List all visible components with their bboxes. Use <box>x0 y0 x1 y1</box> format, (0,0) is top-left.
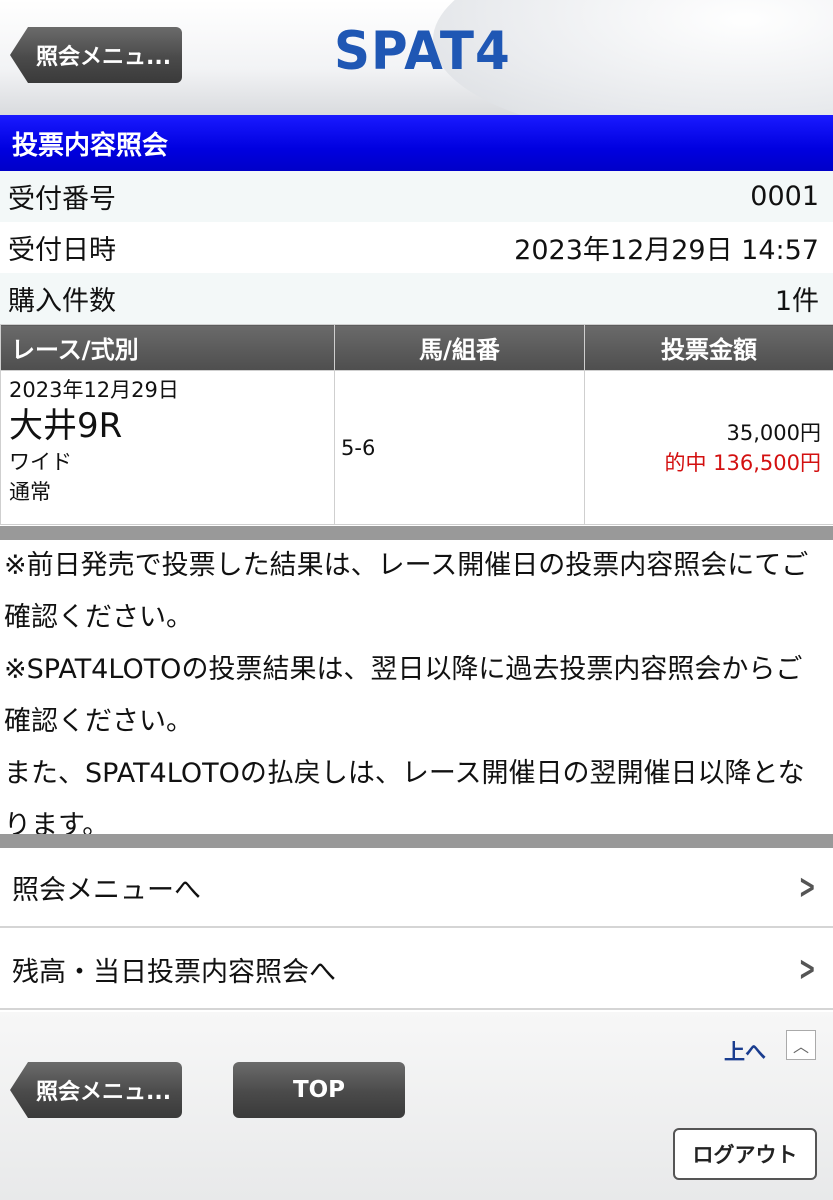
receipt-datetime-value: 2023年12月29日 14:57 <box>514 235 819 266</box>
top-button[interactable]: TOP <box>233 1062 405 1118</box>
balance-today-inquiry-link-label: 残高・当日投票内容照会へ <box>12 956 336 988</box>
page-title: 投票内容照会 <box>0 115 833 171</box>
back-to-inquiry-menu-button[interactable]: 照会メニュ... <box>10 27 182 83</box>
chevron-up-icon[interactable]: ︿ <box>786 1030 816 1060</box>
receipt-number-value: 0001 <box>750 181 819 212</box>
note-loto-results: ※SPAT4LOTOの投票結果は、翌日以降に過去投票内容照会からご確認ください。 <box>4 654 803 737</box>
logout-button[interactable]: ログアウト <box>673 1128 817 1180</box>
race-date: 2023年12月29日 <box>9 378 179 402</box>
table-header-row: レース/式別 馬/組番 投票金額 <box>0 324 833 371</box>
hit-payout: 的中 136,500円 <box>664 450 821 475</box>
balance-today-inquiry-link[interactable]: 残高・当日投票内容照会へ > <box>0 930 833 1010</box>
divider <box>0 526 833 540</box>
bet-method: 通常 <box>9 480 51 504</box>
receipt-datetime-row: 受付日時 2023年12月29日 14:57 <box>0 222 833 274</box>
purchase-count-label: 購入件数 <box>8 286 116 317</box>
amount-cell: 35,000円 的中 136,500円 <box>584 370 833 525</box>
chevron-right-icon: > <box>798 949 816 989</box>
purchase-count-value: 1件 <box>774 286 819 317</box>
note-previous-day: ※前日発売で投票した結果は、レース開催日の投票内容照会にてご確認ください。 <box>4 550 809 633</box>
column-header-amount: 投票金額 <box>584 324 833 371</box>
divider <box>0 834 833 848</box>
inquiry-menu-link-label: 照会メニューへ <box>12 874 201 906</box>
receipt-number-label: 受付番号 <box>8 184 116 215</box>
spat4-logo[interactable]: SPAT4 <box>334 21 511 82</box>
bet-type: ワイド <box>9 450 72 474</box>
column-header-race: レース/式別 <box>0 324 335 371</box>
column-header-combination: 馬/組番 <box>334 324 585 371</box>
bet-amount: 35,000円 <box>726 420 821 445</box>
race-name: 大井9R <box>9 406 123 446</box>
receipt-number-row: 受付番号 0001 <box>0 171 833 223</box>
chevron-right-icon: > <box>798 867 816 907</box>
combination-cell: 5-6 <box>334 370 585 525</box>
scroll-to-top-link[interactable]: 上へ <box>724 1036 766 1066</box>
notes: ※前日発売で投票した結果は、レース開催日の投票内容照会にてご確認ください。 ※S… <box>0 540 833 852</box>
race-cell: 2023年12月29日 大井9R ワイド 通常 <box>0 370 335 525</box>
purchase-count-row: 購入件数 1件 <box>0 273 833 325</box>
receipt-datetime-label: 受付日時 <box>8 235 116 266</box>
table-row: 2023年12月29日 大井9R ワイド 通常 5-6 35,000円 的中 1… <box>0 370 833 525</box>
inquiry-menu-link[interactable]: 照会メニューへ > <box>0 848 833 928</box>
back-to-inquiry-menu-button[interactable]: 照会メニュ... <box>10 1062 182 1118</box>
bet-table: レース/式別 馬/組番 投票金額 2023年12月29日 大井9R ワイド 通常… <box>0 324 833 525</box>
